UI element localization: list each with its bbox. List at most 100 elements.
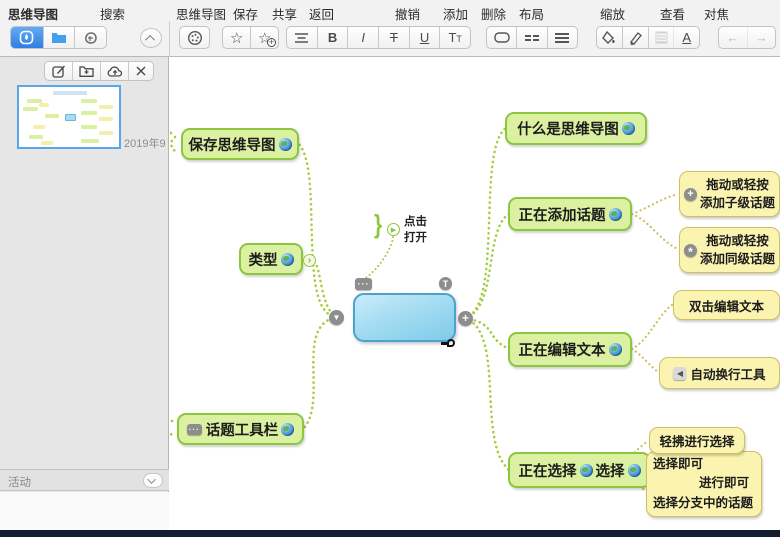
collapse-left-badge[interactable]: ▼ <box>329 310 344 325</box>
close-icon <box>135 65 147 77</box>
cloud-upload-icon <box>107 65 123 78</box>
italic-icon: I <box>361 30 365 45</box>
color-tools-segment: A <box>596 26 700 49</box>
theme-mode-button[interactable] <box>11 27 44 48</box>
activity-label: 活动 <box>8 474 31 490</box>
node-save-mindmap[interactable]: 保存思维导图 <box>181 128 299 160</box>
expand-type-badge[interactable]: › <box>303 254 316 267</box>
ellipsis-icon: ··· <box>187 424 202 435</box>
compose-icon <box>52 64 66 78</box>
node-adding-topic[interactable]: 正在添加话题 <box>508 197 632 231</box>
bold-button[interactable]: B <box>318 27 349 48</box>
font-size-button[interactable]: TT <box>440 27 470 48</box>
thumbnail-center-node <box>65 114 76 121</box>
align-button[interactable] <box>287 27 318 48</box>
play-icon[interactable]: ▶ <box>387 223 400 236</box>
upload-button[interactable] <box>101 62 129 80</box>
thumbnail-date: 2019年9 <box>124 135 166 151</box>
palette-icon <box>187 30 203 46</box>
star-icon: ☆ <box>230 29 243 47</box>
asterisk-circle-icon: * <box>684 244 697 257</box>
shape-button[interactable] <box>487 27 517 48</box>
node-type[interactable]: 类型 <box>239 243 303 275</box>
shape-segment <box>486 26 578 49</box>
node-editing-text[interactable]: 正在编辑文本 <box>508 332 632 367</box>
node-topic-toolbar[interactable]: ··· 话题工具栏 <box>177 413 304 445</box>
edit-pen-icon <box>441 339 455 347</box>
topic-menu-badge[interactable]: ··· <box>355 278 372 290</box>
fill-bucket-icon <box>602 31 617 45</box>
globe-icon <box>622 122 635 135</box>
theme-icon <box>19 30 34 45</box>
strikethrough-button[interactable]: T <box>379 27 410 48</box>
folder-mode-button[interactable] <box>44 27 76 48</box>
node-add-sibling-topic[interactable]: * 拖动或轻按添加同级话题 <box>679 227 780 273</box>
toolbar: ☆ ☆ + B I T U TT <box>0 21 780 57</box>
back-arrow-icon: ← <box>726 30 739 45</box>
back-button[interactable]: ← <box>719 27 748 48</box>
add-folder-button[interactable] <box>73 62 101 80</box>
window-bottom-edge <box>0 530 780 537</box>
forward-button[interactable]: → <box>748 27 776 48</box>
toolbar-divider <box>169 21 170 57</box>
document-thumbnail[interactable] <box>17 85 121 149</box>
wrap-icon: ◀ <box>673 367 686 380</box>
add-topic-badge[interactable]: + <box>458 311 473 326</box>
new-document-button[interactable] <box>45 62 73 80</box>
sidebar-actions <box>44 61 154 81</box>
node-autowrap-tool[interactable]: ◀ 自动换行工具 <box>659 357 780 389</box>
chevron-down-icon <box>147 475 155 483</box>
globe-icon <box>580 464 593 477</box>
style-palette-button[interactable] <box>179 26 210 49</box>
font-size-icon: T <box>448 30 456 45</box>
rounded-rect-icon <box>494 32 510 43</box>
globe-icon <box>628 464 641 477</box>
activity-dropdown-button[interactable] <box>143 473 163 488</box>
italic-button[interactable]: I <box>348 27 379 48</box>
globe-icon <box>279 138 292 151</box>
solid-lines-icon <box>554 32 570 44</box>
thumbnail-title <box>53 91 87 95</box>
favorite-segment: ☆ ☆ + <box>222 26 279 49</box>
list-icon <box>655 31 668 44</box>
star-button[interactable]: ☆ <box>223 27 251 48</box>
align-center-icon <box>294 32 309 44</box>
fill-color-button[interactable] <box>597 27 623 48</box>
hint-label: 点击 打开 <box>404 215 427 246</box>
forward-arrow-icon: → <box>755 30 768 45</box>
activity-bar: 活动 <box>0 469 169 491</box>
center-topic-node[interactable] <box>353 293 456 342</box>
star-add-button[interactable]: ☆ + <box>251 27 278 48</box>
node-swipe-select[interactable]: 轻拂进行选择 <box>649 427 745 454</box>
pen-icon <box>628 31 643 45</box>
mindmap-canvas[interactable]: ··· T ▼ + } ▶ 点击 打开 保存思维导图 类型 › ··· 话题工具… <box>170 57 780 530</box>
node-select-branch[interactable]: 选择即可 进行即可 选择分支中的话题 <box>646 451 762 517</box>
menu-bar: 思维导图 搜索 思维导图 保存 共享 返回 撤销 添加 删除 布局 缩放 查看 … <box>0 0 780 21</box>
globe-icon <box>281 253 294 266</box>
node-what-is-mindmap[interactable]: 什么是思维导图 <box>505 112 647 145</box>
collapse-toolbar-button[interactable] <box>140 28 162 48</box>
documents-sidebar: 2019年9 活动 <box>0 57 169 530</box>
sidebar-footer <box>0 492 169 530</box>
globe-icon <box>281 423 294 436</box>
close-sidebar-button[interactable] <box>129 62 153 80</box>
chevron-up-icon <box>145 34 155 44</box>
text-tool-badge[interactable]: T <box>439 277 452 290</box>
plus-badge-icon: + <box>267 38 276 47</box>
node-selecting[interactable]: 正在选择 选择 <box>508 452 651 488</box>
node-doubleclick-edit[interactable]: 双击编辑文本 <box>673 290 780 320</box>
solid-line-button[interactable] <box>548 27 577 48</box>
plus-circle-icon: + <box>684 188 697 201</box>
folder-add-icon <box>79 65 94 77</box>
underline-button[interactable]: U <box>410 27 441 48</box>
hand-icon <box>83 31 98 45</box>
hand-mode-button[interactable] <box>75 27 106 48</box>
dashed-line-button[interactable] <box>517 27 547 48</box>
globe-icon <box>609 343 622 356</box>
node-add-child-topic[interactable]: + 拖动或轻按添加子级话题 <box>679 171 780 217</box>
text-format-segment: B I T U TT <box>286 26 471 49</box>
hint-bracket: } <box>374 209 382 240</box>
pen-button[interactable] <box>623 27 649 48</box>
font-color-button[interactable]: A <box>674 27 699 48</box>
list-style-button[interactable] <box>649 27 675 48</box>
